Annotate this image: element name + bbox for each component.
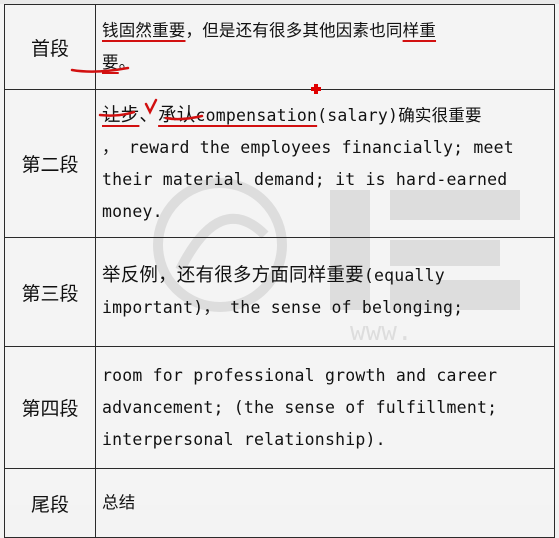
row-content: 让步、承认compensation(salary)确实很重要 ， reward …: [95, 89, 555, 238]
essay-outline-table: 首段 钱固然重要，但是还有很多其他因素也同样重要。 第二段 让步、承认compe…: [4, 4, 555, 538]
row-content: room for professional growth and career …: [95, 346, 555, 469]
annotated-phrase: 让步: [102, 104, 140, 126]
content-text: ， reward the employees financially; meet…: [102, 137, 514, 221]
row-label: 首段: [4, 4, 96, 90]
table-row: 第四段 room for professional growth and car…: [4, 346, 555, 469]
row-content: 钱固然重要，但是还有很多其他因素也同样重要。: [95, 4, 555, 90]
annotated-phrase: 样重: [402, 21, 437, 40]
annotated-phrase: 承认: [158, 104, 196, 126]
annotated-phrase: 要: [102, 53, 119, 72]
row-label: 第三段: [4, 237, 96, 347]
row-content: 总结: [95, 468, 555, 538]
row-label: 尾段: [4, 468, 96, 538]
content-text: 、: [139, 104, 159, 126]
table-row: 第二段 让步、承认compensation(salary)确实很重要 ， rew…: [4, 89, 555, 238]
annotated-phrase: 钱固然重要: [102, 21, 186, 40]
table-row: 第三段 举反例，还有很多方面同样重要(equally important)， t…: [4, 237, 555, 347]
content-text: 举反例，还有很多方面同样重要: [102, 265, 364, 286]
annotated-term: compensation: [195, 105, 318, 125]
table-row: 尾段 总结: [4, 468, 555, 538]
pointer-cursor-icon: [311, 84, 321, 94]
table-row: 首段 钱固然重要，但是还有很多其他因素也同样重要。: [4, 4, 555, 90]
row-label: 第四段: [4, 346, 96, 469]
row-content: 举反例，还有很多方面同样重要(equally important)， the s…: [95, 237, 555, 347]
document-page: www. 首段 钱固然重要，但是还有很多其他因素也同样重 要。 第二段 让步、承认…: [0, 0, 559, 538]
row-label: 第二段: [4, 89, 96, 238]
content-text: (salary)确实很重要: [317, 105, 482, 125]
content-text: ，但是还有很多其他因素也同: [185, 21, 403, 40]
content-text: 。: [118, 53, 136, 72]
